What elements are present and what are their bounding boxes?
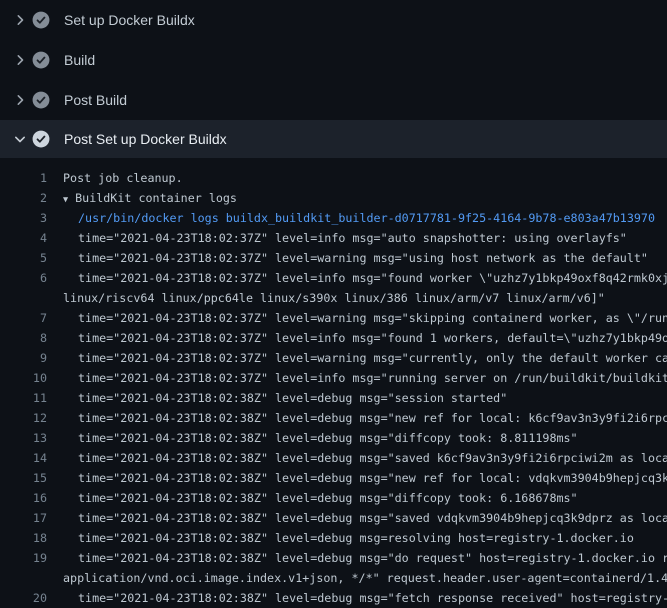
log-text: time="2021-04-23T18:02:38Z" level=debug … [78,588,667,608]
line-number[interactable]: 19 [0,548,47,568]
line-number[interactable]: 12 [0,408,47,428]
line-number[interactable]: 3 [0,208,47,228]
line-number[interactable]: 8 [0,328,47,348]
step-row-post-set-up-docker-buildx[interactable]: Post Set up Docker Buildx [0,120,667,158]
line-number[interactable]: 18 [0,528,47,548]
log-text: time="2021-04-23T18:02:37Z" level=info m… [78,228,627,248]
line-number[interactable]: 2 [0,188,47,208]
line-number[interactable]: 10 [0,368,47,388]
log-row: 18 time="2021-04-23T18:02:38Z" level=debu… [0,528,667,548]
line-number [0,568,47,588]
collapse-triangle-icon[interactable]: ▼ [63,195,68,205]
log-row: 1 Post job cleanup. [0,168,667,188]
log-row: 11 time="2021-04-23T18:02:38Z" level=debu… [0,388,667,408]
log-row: 13 time="2021-04-23T18:02:38Z" level=debu… [0,428,667,448]
log-row: 2 ▼ BuildKit container logs [0,188,667,208]
line-number[interactable]: 20 [0,588,47,608]
line-number[interactable]: 13 [0,428,47,448]
line-number[interactable]: 7 [0,308,47,328]
line-number [0,288,47,308]
log-text: time="2021-04-23T18:02:37Z" level=warnin… [78,248,648,268]
chevron-down-icon [12,131,28,147]
log-row: 6 time="2021-04-23T18:02:37Z" level=info … [0,268,667,288]
step-title: Build [64,52,95,68]
line-number[interactable]: 15 [0,468,47,488]
log-row: 19 time="2021-04-23T18:02:38Z" level=debu… [0,548,667,568]
log-text: linux/riscv64 linux/ppc64le linux/s390x … [63,288,605,308]
log-text: time="2021-04-23T18:02:38Z" level=debug … [78,428,578,448]
line-number[interactable]: 4 [0,228,47,248]
chevron-right-icon [12,52,28,68]
step-title: Set up Docker Buildx [64,12,195,28]
log-group-toggle[interactable]: ▼ BuildKit container logs [63,188,237,208]
step-title: Post Build [64,92,127,108]
log-row: 20 time="2021-04-23T18:02:38Z" level=debu… [0,588,667,608]
log-row: 4 time="2021-04-23T18:02:37Z" level=info … [0,228,667,248]
check-circle-icon [32,91,50,109]
log-row: 7 time="2021-04-23T18:02:37Z" level=warni… [0,308,667,328]
actions-log-viewer: Set up Docker Buildx Build Post Build Post … [0,0,667,608]
step-title: Post Set up Docker Buildx [64,131,227,147]
line-number[interactable]: 17 [0,508,47,528]
log-text: time="2021-04-23T18:02:38Z" level=debug … [78,488,578,508]
line-number[interactable]: 14 [0,448,47,468]
step-row-set-up-docker-buildx[interactable]: Set up Docker Buildx [0,0,667,40]
log-text: time="2021-04-23T18:02:37Z" level=info m… [78,268,667,288]
log-row: 14 time="2021-04-23T18:02:38Z" level=debu… [0,448,667,468]
log-row: 12 time="2021-04-23T18:02:38Z" level=debu… [0,408,667,428]
log-text: time="2021-04-23T18:02:38Z" level=debug … [78,388,507,408]
log-row: linux/riscv64 linux/ppc64le linux/s390x … [0,288,667,308]
line-number[interactable]: 16 [0,488,47,508]
log-text: time="2021-04-23T18:02:38Z" level=debug … [78,548,667,568]
log-row: 15 time="2021-04-23T18:02:38Z" level=debu… [0,468,667,488]
log-text: time="2021-04-23T18:02:38Z" level=debug … [78,528,634,548]
log-row: 17 time="2021-04-23T18:02:38Z" level=debu… [0,508,667,528]
log-row: 8 time="2021-04-23T18:02:37Z" level=info … [0,328,667,348]
log-row: 5 time="2021-04-23T18:02:37Z" level=warni… [0,248,667,268]
chevron-right-icon [12,12,28,28]
log-text: time="2021-04-23T18:02:38Z" level=debug … [78,508,667,528]
log-text: time="2021-04-23T18:02:37Z" level=warnin… [78,308,667,328]
line-number[interactable]: 5 [0,248,47,268]
log-text: Post job cleanup. [63,168,183,188]
log-row: 16 time="2021-04-23T18:02:38Z" level=debu… [0,488,667,508]
chevron-right-icon [12,92,28,108]
log-text: time="2021-04-23T18:02:37Z" level=info m… [78,328,667,348]
steps-list: Set up Docker Buildx Build Post Build Post … [0,0,667,158]
step-row-build[interactable]: Build [0,40,667,80]
line-number[interactable]: 11 [0,388,47,408]
check-circle-icon [32,11,50,29]
log-panel: 1 Post job cleanup. 2 ▼ BuildKit container l… [0,158,667,608]
log-row: 9 time="2021-04-23T18:02:37Z" level=warni… [0,348,667,368]
check-circle-icon [32,130,50,148]
log-command-text: /usr/bin/docker logs buildx_buildkit_bui… [78,208,655,228]
log-text: application/vnd.oci.image.index.v1+json,… [63,568,667,588]
line-number[interactable]: 1 [0,168,47,188]
log-text: time="2021-04-23T18:02:38Z" level=debug … [78,408,667,428]
log-text: time="2021-04-23T18:02:38Z" level=debug … [78,468,667,488]
log-row: application/vnd.oci.image.index.v1+json,… [0,568,667,588]
log-row: 3/usr/bin/docker logs buildx_buildkit_bu… [0,208,667,228]
line-number[interactable]: 6 [0,268,47,288]
log-text: time="2021-04-23T18:02:37Z" level=info m… [78,368,667,388]
line-number[interactable]: 9 [0,348,47,368]
log-text: time="2021-04-23T18:02:37Z" level=warnin… [78,348,667,368]
check-circle-icon [32,51,50,69]
log-row: 10 time="2021-04-23T18:02:37Z" level=info… [0,368,667,388]
step-row-post-build[interactable]: Post Build [0,80,667,120]
log-group-label: BuildKit container logs [75,191,237,205]
log-text: time="2021-04-23T18:02:38Z" level=debug … [78,448,667,468]
